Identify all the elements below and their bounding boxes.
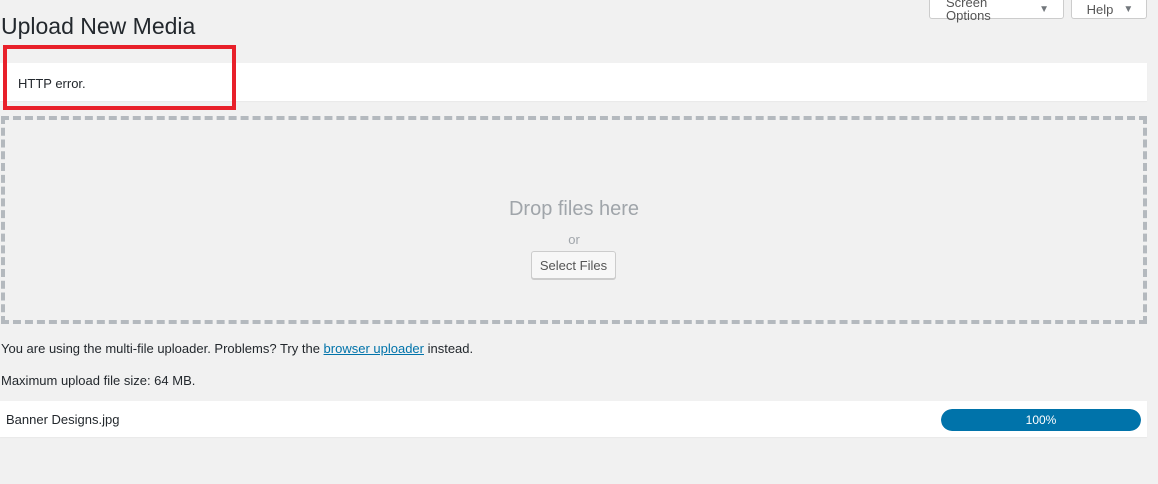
error-highlight-box bbox=[3, 45, 236, 110]
drag-drop-area[interactable]: Drop files here or Select Files bbox=[1, 116, 1147, 324]
select-files-button[interactable]: Select Files bbox=[531, 251, 616, 279]
upload-item: Banner Designs.jpg 100% bbox=[0, 401, 1147, 437]
uploader-info-suffix: instead. bbox=[423, 341, 474, 356]
help-label: Help bbox=[1086, 1, 1114, 17]
upload-progress: 100% bbox=[941, 409, 1141, 431]
screen-options-button[interactable]: Screen Options ▼ bbox=[929, 0, 1064, 23]
caret-down-icon: ▼ bbox=[1123, 3, 1134, 15]
help-button[interactable]: Help ▼ bbox=[1071, 0, 1147, 19]
upload-filename: Banner Designs.jpg bbox=[6, 412, 120, 427]
caret-down-icon: ▼ bbox=[1039, 3, 1049, 15]
page-title: Upload New Media bbox=[1, 13, 196, 39]
upload-media-page: Upload New Media Screen Options ▼ Help ▼… bbox=[0, 0, 1158, 484]
max-upload-size: Maximum upload file size: 64 MB. bbox=[1, 373, 196, 388]
browser-uploader-link[interactable]: browser uploader bbox=[324, 341, 424, 356]
progress-percent: 100% bbox=[1025, 413, 1057, 427]
uploader-info: You are using the multi-file uploader. P… bbox=[1, 341, 473, 356]
uploader-info-prefix: You are using the multi-file uploader. P… bbox=[1, 341, 324, 356]
drop-or-text: or bbox=[568, 232, 580, 247]
drop-files-title: Drop files here bbox=[508, 198, 640, 220]
screen-options-label: Screen Options bbox=[946, 0, 991, 23]
screen-meta-links: Screen Options ▼ Help ▼ bbox=[929, 0, 1147, 23]
